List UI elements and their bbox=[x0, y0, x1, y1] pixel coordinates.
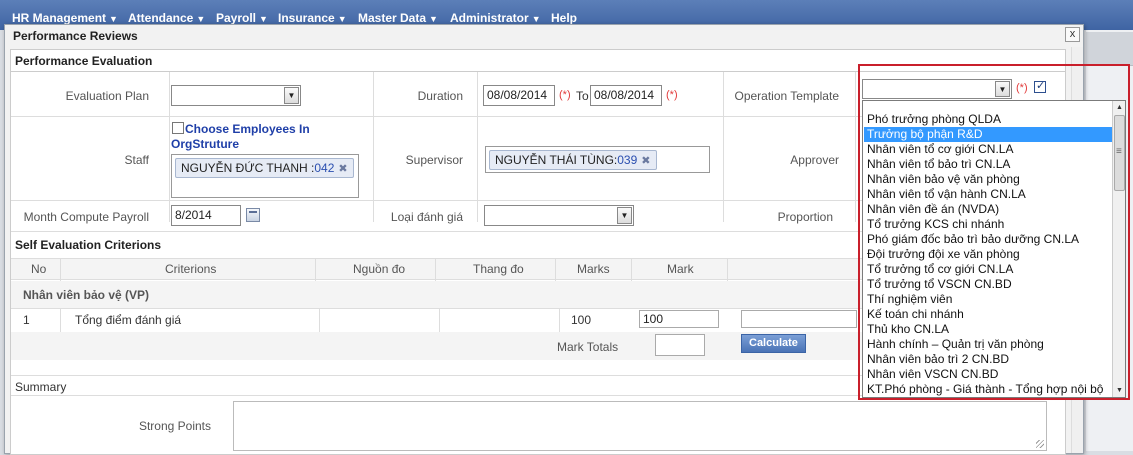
strong-points-textarea[interactable] bbox=[233, 401, 1047, 451]
close-button[interactable]: x bbox=[1065, 27, 1080, 42]
divider bbox=[631, 259, 632, 281]
chevron-down-icon: ▼ bbox=[284, 87, 299, 104]
scroll-down-icon[interactable]: ▼ bbox=[1113, 384, 1125, 397]
dropdown-option[interactable]: KT.Phó phòng - Giá thành - Tổng hợp nội … bbox=[864, 382, 1112, 397]
dropdown-scrollbar[interactable]: ▲ ▼ bbox=[1112, 101, 1125, 397]
month-compute-label: Month Compute Payroll bbox=[23, 210, 149, 224]
dropdown-option[interactable]: Nhân viên bảo trì 2 CN.BD bbox=[864, 352, 1112, 367]
column-header-mark: Mark bbox=[667, 262, 694, 276]
duration-to-input[interactable]: 08/08/2014 bbox=[590, 85, 662, 106]
divider bbox=[559, 308, 560, 332]
dropdown-option[interactable]: Nhân viên tổ bảo trì CN.LA bbox=[864, 157, 1112, 172]
divider bbox=[60, 259, 61, 281]
evaluation-plan-label: Evaluation Plan bbox=[65, 89, 149, 103]
row-comment-input[interactable] bbox=[741, 310, 857, 328]
dropdown-option[interactable]: Kế toán chi nhánh bbox=[864, 307, 1112, 322]
scroll-thumb[interactable] bbox=[1114, 115, 1125, 191]
dropdown-option[interactable]: Tổ trưởng tổ cơ giới CN.LA bbox=[864, 262, 1112, 277]
staff-label: Staff bbox=[124, 153, 149, 167]
remove-tag-icon[interactable]: ✖ bbox=[641, 155, 650, 167]
dropdown-option[interactable]: Thí nghiệm viên bbox=[864, 292, 1112, 307]
divider bbox=[60, 308, 61, 332]
duration-label: Duration bbox=[417, 89, 463, 103]
dropdown-option[interactable]: Nhân viên tổ cơ giới CN.LA bbox=[864, 142, 1112, 157]
duration-from-input[interactable]: 08/08/2014 bbox=[483, 85, 555, 106]
calculate-button[interactable]: Calculate bbox=[741, 334, 806, 353]
mark-totals-input[interactable] bbox=[655, 334, 705, 356]
divider bbox=[727, 259, 728, 281]
approver-label: Approver bbox=[790, 153, 839, 167]
supervisor-tagbox[interactable]: NGUYỄN THÁI TÙNG:039 ✖ bbox=[485, 146, 710, 173]
operation-template-dropdown-list[interactable]: Phó trưởng phòng QLDA Trưởng bộ phận R&D N… bbox=[862, 100, 1126, 398]
dropdown-option[interactable]: Nhân viên bảo vệ văn phòng bbox=[864, 172, 1112, 187]
dropdown-option[interactable]: Phó trưởng phòng QLDA bbox=[864, 112, 1112, 127]
duration-to-label: To bbox=[576, 89, 589, 103]
supervisor-label: Supervisor bbox=[405, 153, 463, 167]
dropdown-option[interactable]: Đội trưởng đội xe văn phòng bbox=[864, 247, 1112, 262]
section-title-performance: Performance Evaluation bbox=[15, 54, 153, 68]
month-compute-input[interactable]: 8/2014 bbox=[171, 205, 241, 226]
close-icon: x bbox=[1069, 28, 1076, 40]
staff-tagbox[interactable]: NGUYỄN ĐỨC THANH :042 ✖ bbox=[171, 154, 359, 198]
column-header-marks: Marks bbox=[577, 262, 610, 276]
row-no: 1 bbox=[23, 313, 30, 327]
loai-danh-gia-select[interactable]: ▼ bbox=[484, 205, 634, 226]
column-header-criterions: Criterions bbox=[165, 262, 217, 276]
column-header-no: No bbox=[31, 262, 47, 276]
chevron-down-icon: ▼ bbox=[429, 14, 438, 24]
dropdown-option[interactable]: Thủ kho CN.LA bbox=[864, 322, 1112, 337]
menu-attendance[interactable]: Attendance ▼ bbox=[128, 11, 205, 25]
chevron-down-icon: ▼ bbox=[259, 14, 268, 24]
menu-master-data[interactable]: Master Data ▼ bbox=[358, 11, 438, 25]
divider bbox=[435, 259, 436, 281]
dropdown-option[interactable]: Hành chính – Quản trị văn phòng bbox=[864, 337, 1112, 352]
divider bbox=[555, 259, 556, 281]
column-header-nguon-do: Nguồn đo bbox=[353, 262, 406, 276]
divider bbox=[315, 259, 316, 281]
chevron-down-icon: ▼ bbox=[109, 14, 118, 24]
divider bbox=[319, 308, 320, 332]
chevron-down-icon: ▼ bbox=[531, 14, 541, 24]
row-mark-input[interactable]: 100 bbox=[639, 310, 719, 328]
required-marker: (*) bbox=[559, 89, 571, 101]
chevron-down-icon: ▼ bbox=[617, 207, 632, 224]
menu-hr-management[interactable]: HR Management ▼ bbox=[12, 11, 118, 25]
dropdown-option[interactable]: Nhân viên tổ vận hành CN.LA bbox=[864, 187, 1112, 202]
staff-tag: NGUYỄN ĐỨC THANH :042 ✖ bbox=[175, 158, 354, 178]
choose-employees-link[interactable]: Choose Employees In OrgStruture bbox=[171, 122, 321, 152]
menu-payroll[interactable]: Payroll ▼ bbox=[216, 11, 268, 25]
calendar-icon[interactable] bbox=[246, 208, 260, 222]
supervisor-tag: NGUYỄN THÁI TÙNG:039 ✖ bbox=[489, 150, 657, 170]
divider bbox=[439, 308, 440, 332]
strong-points-label: Strong Points bbox=[138, 419, 211, 433]
dropdown-option[interactable]: Trưởng bộ phận R&D bbox=[864, 127, 1112, 142]
chevron-down-icon: ▼ bbox=[337, 14, 347, 24]
dropdown-option[interactable]: Tổ trưởng tổ VSCN CN.BD bbox=[864, 277, 1112, 292]
remove-tag-icon[interactable]: ✖ bbox=[338, 163, 347, 175]
resize-grip-icon[interactable] bbox=[1036, 440, 1044, 448]
scroll-up-icon[interactable]: ▲ bbox=[1113, 101, 1125, 114]
summary-title: Summary bbox=[15, 380, 67, 394]
column-header-thang-do: Thang đo bbox=[473, 262, 524, 276]
evaluation-plan-select[interactable]: ▼ bbox=[171, 85, 301, 106]
menu-help[interactable]: Help bbox=[551, 11, 577, 25]
dropdown-option[interactable]: Nhân viên đề án (NVDA) bbox=[864, 202, 1112, 217]
dialog-title: Performance Reviews bbox=[13, 29, 138, 43]
mark-totals-label: Mark Totals bbox=[557, 340, 619, 354]
dropdown-option[interactable]: Phó giám đốc bảo trì bảo dưỡng CN.LA bbox=[864, 232, 1112, 247]
menu-insurance[interactable]: Insurance ▼ bbox=[278, 11, 347, 25]
required-marker: (*) bbox=[666, 89, 678, 101]
menu-administrator[interactable]: Administrator ▼ bbox=[450, 11, 541, 25]
background-page-toolbar bbox=[1086, 32, 1133, 66]
row-criterion: Tổng điểm đánh giá bbox=[75, 313, 182, 327]
operation-template-label: Operation Template bbox=[734, 89, 839, 103]
loai-danh-gia-label: Loại đánh giá bbox=[390, 210, 463, 224]
proportion-label: Proportion bbox=[777, 210, 833, 224]
criterions-group-label: Nhân viên bảo vệ (VP) bbox=[23, 288, 150, 302]
row-marks: 100 bbox=[571, 313, 592, 327]
dropdown-option[interactable]: Tổ trưởng KCS chi nhánh bbox=[864, 217, 1112, 232]
section-title-self-evaluation: Self Evaluation Criterions bbox=[15, 238, 162, 252]
dropdown-option[interactable]: Nhân viên VSCN CN.BD bbox=[864, 367, 1112, 382]
chevron-down-icon: ▼ bbox=[196, 14, 206, 24]
